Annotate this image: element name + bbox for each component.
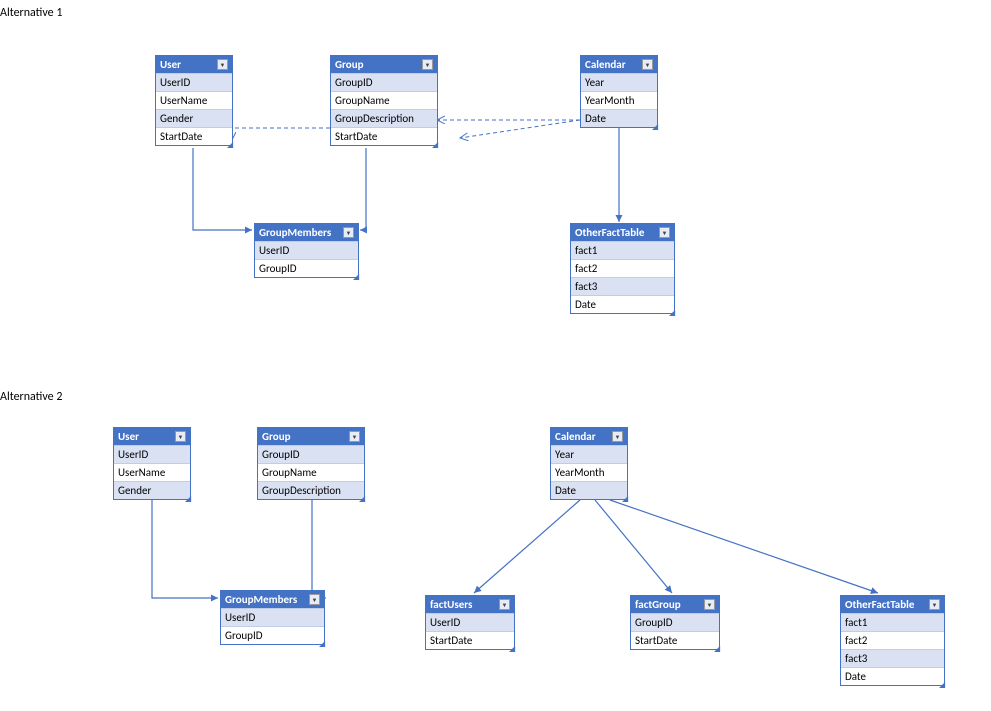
table-row: Date [551, 481, 627, 499]
resize-handle-icon[interactable]: ◢ [939, 680, 945, 686]
table-row: UserID [114, 445, 190, 463]
dropdown-icon[interactable]: ▼ [422, 59, 433, 70]
table-header: User ▼ [156, 56, 232, 73]
table-row: fact3 [571, 277, 674, 295]
table-row: YearMonth [551, 463, 627, 481]
resize-handle-icon[interactable]: ◢ [669, 308, 675, 314]
dropdown-icon[interactable]: ▼ [642, 59, 653, 70]
table-title: GroupMembers [259, 226, 331, 239]
table-calendar-alt1: Calendar ▼ Year YearMonth Date ◢ [580, 55, 658, 128]
table-header: User ▼ [114, 428, 190, 445]
table-user-alt2: User ▼ UserID UserName Gender ◢ [113, 427, 191, 500]
dropdown-icon[interactable]: ▼ [343, 227, 354, 238]
dropdown-icon[interactable]: ▼ [929, 599, 940, 610]
resize-handle-icon[interactable]: ◢ [353, 272, 359, 278]
table-row: GroupID [331, 73, 437, 91]
table-title: factUsers [430, 598, 472, 611]
table-title: Calendar [585, 58, 626, 71]
table-row: GroupID [221, 626, 324, 644]
table-row: Year [551, 445, 627, 463]
table-row: StartDate [631, 631, 719, 649]
table-row: fact3 [841, 649, 944, 667]
table-calendar-alt2: Calendar ▼ Year YearMonth Date ◢ [550, 427, 628, 500]
table-row: Date [581, 109, 657, 127]
table-groupmembers-alt1: GroupMembers ▼ UserID GroupID ◢ [254, 223, 359, 278]
table-groupmembers-alt2: GroupMembers ▼ UserID GroupID ◢ [220, 590, 325, 645]
table-otherfact-alt2: OtherFactTable ▼ fact1 fact2 fact3 Date … [840, 595, 945, 686]
table-row: fact2 [841, 631, 944, 649]
table-row: GroupDescription [258, 481, 364, 499]
table-header: Group ▼ [331, 56, 437, 73]
resize-handle-icon[interactable]: ◢ [359, 494, 365, 500]
table-user-alt1: User ▼ UserID UserName Gender StartDate … [155, 55, 233, 146]
table-row: GroupName [331, 91, 437, 109]
resize-handle-icon[interactable]: ◢ [227, 140, 233, 146]
table-row: UserName [114, 463, 190, 481]
resize-handle-icon[interactable]: ◢ [714, 644, 720, 650]
table-header: factGroup ▼ [631, 596, 719, 613]
resize-handle-icon[interactable]: ◢ [319, 639, 325, 645]
table-row: YearMonth [581, 91, 657, 109]
table-header: OtherFactTable ▼ [841, 596, 944, 613]
table-row: GroupDescription [331, 109, 437, 127]
table-title: Calendar [555, 430, 596, 443]
table-title: OtherFactTable [845, 598, 914, 611]
table-header: Calendar ▼ [551, 428, 627, 445]
section-label-alt2: Alternative 2 [0, 390, 62, 404]
table-row: fact1 [571, 241, 674, 259]
dropdown-icon[interactable]: ▼ [704, 599, 715, 610]
table-row: Gender [114, 481, 190, 499]
table-otherfact-alt1: OtherFactTable ▼ fact1 fact2 fact3 Date … [570, 223, 675, 314]
table-group-alt1: Group ▼ GroupID GroupName GroupDescripti… [330, 55, 438, 146]
table-row: Date [841, 667, 944, 685]
table-row: Gender [156, 109, 232, 127]
dropdown-icon[interactable]: ▼ [499, 599, 510, 610]
table-title: GroupMembers [225, 593, 297, 606]
table-header: OtherFactTable ▼ [571, 224, 674, 241]
table-row: GroupID [631, 613, 719, 631]
table-title: User [118, 430, 139, 443]
table-title: OtherFactTable [575, 226, 644, 239]
table-header: GroupMembers ▼ [255, 224, 358, 241]
table-row: UserID [426, 613, 514, 631]
table-row: StartDate [331, 127, 437, 145]
resize-handle-icon[interactable]: ◢ [432, 140, 438, 146]
table-row: UserID [156, 73, 232, 91]
dropdown-icon[interactable]: ▼ [349, 431, 360, 442]
table-title: User [160, 58, 181, 71]
table-row: UserName [156, 91, 232, 109]
table-header: GroupMembers ▼ [221, 591, 324, 608]
table-title: Group [335, 58, 364, 71]
table-row: StartDate [426, 631, 514, 649]
table-title: factGroup [635, 598, 681, 611]
resize-handle-icon[interactable]: ◢ [622, 494, 628, 500]
table-row: GroupName [258, 463, 364, 481]
table-header: factUsers ▼ [426, 596, 514, 613]
table-group-alt2: Group ▼ GroupID GroupName GroupDescripti… [257, 427, 365, 500]
table-row: UserID [255, 241, 358, 259]
table-factgroup-alt2: factGroup ▼ GroupID StartDate ◢ [630, 595, 720, 650]
dropdown-icon[interactable]: ▼ [175, 431, 186, 442]
resize-handle-icon[interactable]: ◢ [652, 122, 658, 128]
table-row: fact2 [571, 259, 674, 277]
table-row: Date [571, 295, 674, 313]
dropdown-icon[interactable]: ▼ [217, 59, 228, 70]
table-row: GroupID [258, 445, 364, 463]
resize-handle-icon[interactable]: ◢ [185, 494, 191, 500]
table-header: Calendar ▼ [581, 56, 657, 73]
table-row: UserID [221, 608, 324, 626]
table-row: GroupID [255, 259, 358, 277]
table-row: Year [581, 73, 657, 91]
dropdown-icon[interactable]: ▼ [612, 431, 623, 442]
table-row: fact1 [841, 613, 944, 631]
dropdown-icon[interactable]: ▼ [659, 227, 670, 238]
table-row: StartDate [156, 127, 232, 145]
resize-handle-icon[interactable]: ◢ [509, 644, 515, 650]
section-label-alt1: Alternative 1 [0, 6, 62, 20]
table-title: Group [262, 430, 291, 443]
dropdown-icon[interactable]: ▼ [309, 594, 320, 605]
table-header: Group ▼ [258, 428, 364, 445]
table-factusers-alt2: factUsers ▼ UserID StartDate ◢ [425, 595, 515, 650]
